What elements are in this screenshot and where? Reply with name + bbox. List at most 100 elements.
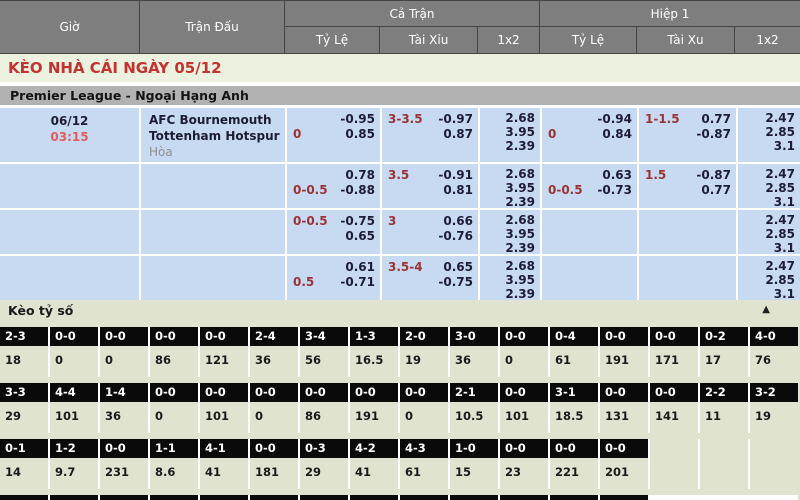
ft-handicap-cell[interactable]: 0.780-0.5-0.88 [287,164,380,208]
header-full-overunder: Tài Xỉu [380,27,478,53]
odds-value: 2.39 [480,139,535,153]
score-label: 2-4 [250,327,298,346]
score-cell[interactable]: 0-0101 [200,383,248,433]
score-cell[interactable]: 0-0201 [600,439,648,489]
league-header[interactable]: Premier League - Ngoại Hạng Anh [0,86,800,105]
score-cell[interactable]: 3-329 [0,383,48,433]
ft-1x2-cell[interactable]: 2.683.952.39 [480,256,540,300]
ft-handicap-cell[interactable]: 0-0.5-0.750.65 [287,210,380,254]
ft-overunder-cell[interactable]: 3-3.5-0.970.87 [382,108,478,162]
score-label [50,495,98,500]
score-cell[interactable]: 0-0171 [650,327,698,377]
score-cell[interactable]: 0-0141 [650,383,698,433]
header-half-overunder: Tài Xu [637,27,735,53]
handicap-value: 3-3.5 [388,112,423,127]
score-odds-section: Kèo tỷ số ▲ 2-3180-000-000-0860-01212-43… [0,300,800,500]
score-cell[interactable]: 2-436 [250,327,298,377]
score-cell[interactable]: 3-118.5 [550,383,598,433]
score-cell[interactable]: 0-217 [700,327,748,377]
score-cell[interactable]: 0-329 [300,439,348,489]
score-cell[interactable]: 0-00 [250,383,298,433]
score-cell[interactable]: 1-316.5 [350,327,398,377]
ft-handicap-cell[interactable]: 0.610.5-0.71 [287,256,380,300]
h1-overunder-cell[interactable]: 1.5-0.870.77 [639,164,736,208]
score-label: 1-1 [150,439,198,458]
ft-overunder-cell[interactable]: 3.5-40.65-0.75 [382,256,478,300]
h1-handicap-cell[interactable]: -0.9400.84 [542,108,637,162]
h1-1x2-cell[interactable]: 2.472.853.1 [738,256,800,300]
ft-handicap-cell[interactable]: -0.9500.85 [287,108,380,162]
odds-value: -0.97 [438,112,473,127]
score-cell[interactable]: 3-456 [300,327,348,377]
score-label: 1-3 [350,327,398,346]
score-cell[interactable]: 4-361 [400,439,448,489]
score-cell[interactable]: 0-0231 [100,439,148,489]
score-row: 2-3180-000-000-0860-01212-4363-4561-316.… [0,327,798,377]
score-odds-value: 101 [200,402,248,433]
score-odds-value: 41 [200,458,248,489]
score-cell[interactable]: 4-076 [750,327,798,377]
score-cell[interactable]: 0-0191 [350,383,398,433]
score-odds-value: 29 [0,402,48,433]
score-cell [200,495,248,500]
odds-value: 0.65 [345,229,375,244]
score-odds-value: 29 [300,458,348,489]
h1-overunder-cell[interactable]: 1-1.50.77-0.87 [639,108,736,162]
score-cell[interactable]: 0-00 [400,383,448,433]
score-cell[interactable]: 2-110.5 [450,383,498,433]
score-odds-value: 9.7 [50,458,98,489]
score-cell[interactable]: 3-036 [450,327,498,377]
score-label: 0-0 [100,439,148,458]
header-time: Giờ [0,1,140,53]
score-cell [650,439,698,489]
score-cell[interactable]: 1-015 [450,439,498,489]
score-cell[interactable]: 3-219 [750,383,798,433]
odds-value: 3.1 [738,287,795,300]
score-odds-value: 191 [350,402,398,433]
score-cell[interactable]: 0-086 [300,383,348,433]
h1-1x2-cell[interactable]: 2.472.853.1 [738,108,800,162]
score-cell[interactable]: 0-0181 [250,439,298,489]
score-cell[interactable]: 2-211 [700,383,748,433]
score-cell[interactable]: 0-00 [500,327,548,377]
ft-overunder-cell[interactable]: 30.66-0.76 [382,210,478,254]
h1-1x2-cell[interactable]: 2.472.853.1 [738,210,800,254]
collapse-triangle-icon[interactable]: ▲ [762,304,770,315]
score-odds-value: 61 [550,346,598,377]
score-cell[interactable]: 0-00 [150,383,198,433]
score-cell[interactable]: 0-023 [500,439,548,489]
score-section-header[interactable]: Kèo tỷ số ▲ [0,300,800,321]
score-cell[interactable]: 0-0131 [600,383,648,433]
score-cell [500,495,548,500]
score-cell [450,495,498,500]
score-cell[interactable]: 0-0191 [600,327,648,377]
ft-1x2-cell[interactable]: 2.683.952.39 [480,108,540,162]
score-cell[interactable]: 4-141 [200,439,248,489]
score-cell[interactable]: 0-086 [150,327,198,377]
h1-1x2-cell[interactable]: 2.472.853.1 [738,164,800,208]
score-label: 0-0 [600,383,648,402]
score-cell[interactable]: 2-318 [0,327,48,377]
score-cell[interactable]: 1-29.7 [50,439,98,489]
ft-overunder-cell[interactable]: 3.5-0.910.81 [382,164,478,208]
score-cell[interactable]: 2-019 [400,327,448,377]
score-label: 1-2 [50,439,98,458]
h1-handicap-cell[interactable]: 0.630-0.5-0.73 [542,164,637,208]
header-group-first-half: Hiệp 1 Tỷ Lệ Tài Xu 1x2 [540,1,800,53]
score-cell[interactable]: 4-4101 [50,383,98,433]
score-cell[interactable]: 4-241 [350,439,398,489]
score-cell[interactable]: 0-00 [100,327,148,377]
ft-1x2-cell[interactable]: 2.683.952.39 [480,164,540,208]
score-cell[interactable]: 0-461 [550,327,598,377]
score-cell[interactable]: 0-0221 [550,439,598,489]
score-cell[interactable]: 0-114 [0,439,48,489]
score-cell[interactable]: 0-0121 [200,327,248,377]
odds-value: 0.81 [443,183,473,198]
score-label: 0-2 [700,327,748,346]
score-cell[interactable]: 0-00 [50,327,98,377]
ft-1x2-cell[interactable]: 2.683.952.39 [480,210,540,254]
score-cell[interactable]: 1-436 [100,383,148,433]
score-odds-value: 86 [150,346,198,377]
score-cell[interactable]: 1-18.6 [150,439,198,489]
score-cell[interactable]: 0-0101 [500,383,548,433]
